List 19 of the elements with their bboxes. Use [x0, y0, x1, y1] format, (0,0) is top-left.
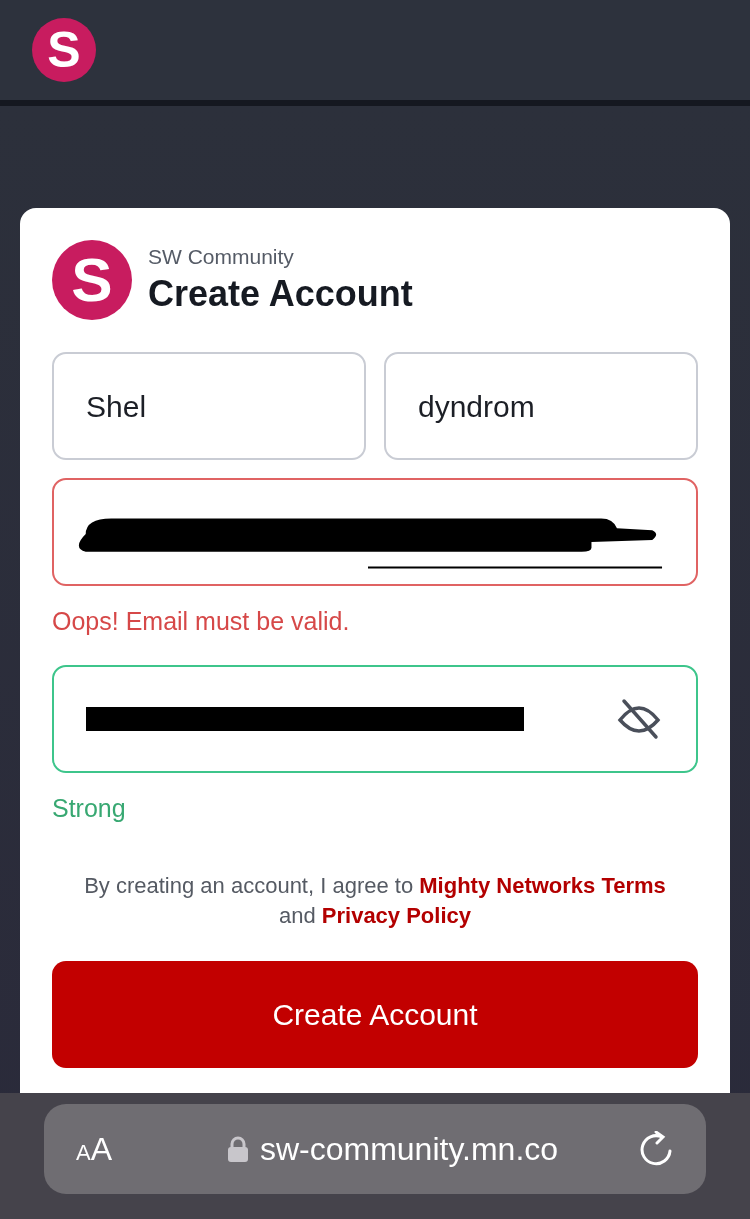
input-field[interactable]	[52, 665, 698, 774]
logo-icon: S	[32, 18, 96, 82]
url-text: sw-community.mn.co	[259, 1130, 559, 1169]
input-field[interactable]: dyndrom	[384, 352, 698, 460]
terms-link[interactable]: Privacy Policy	[321, 902, 471, 928]
input-field[interactable]: Shel	[52, 352, 366, 460]
terms-link[interactable]: Mighty Networks Terms	[419, 872, 666, 898]
text-size-button[interactable]: AA	[76, 1125, 146, 1173]
terms-text: By creating an account, I agree to Mighty Networks Terms and Privacy Policy	[83, 871, 667, 930]
community-name: SW Community	[148, 244, 295, 271]
lock-icon	[227, 1136, 248, 1162]
error-message: Oops! Email must be valid.	[52, 606, 351, 637]
create-account-button[interactable]: Create Account	[52, 960, 698, 1068]
page-title: Create Account	[148, 271, 413, 316]
reload-icon[interactable]	[640, 1131, 674, 1167]
input-field[interactable]	[52, 478, 698, 586]
logo-icon: S	[52, 240, 132, 320]
address-bar[interactable]: AA sw-community.mn.co	[44, 1104, 706, 1194]
password-strength: Strong	[52, 793, 127, 825]
